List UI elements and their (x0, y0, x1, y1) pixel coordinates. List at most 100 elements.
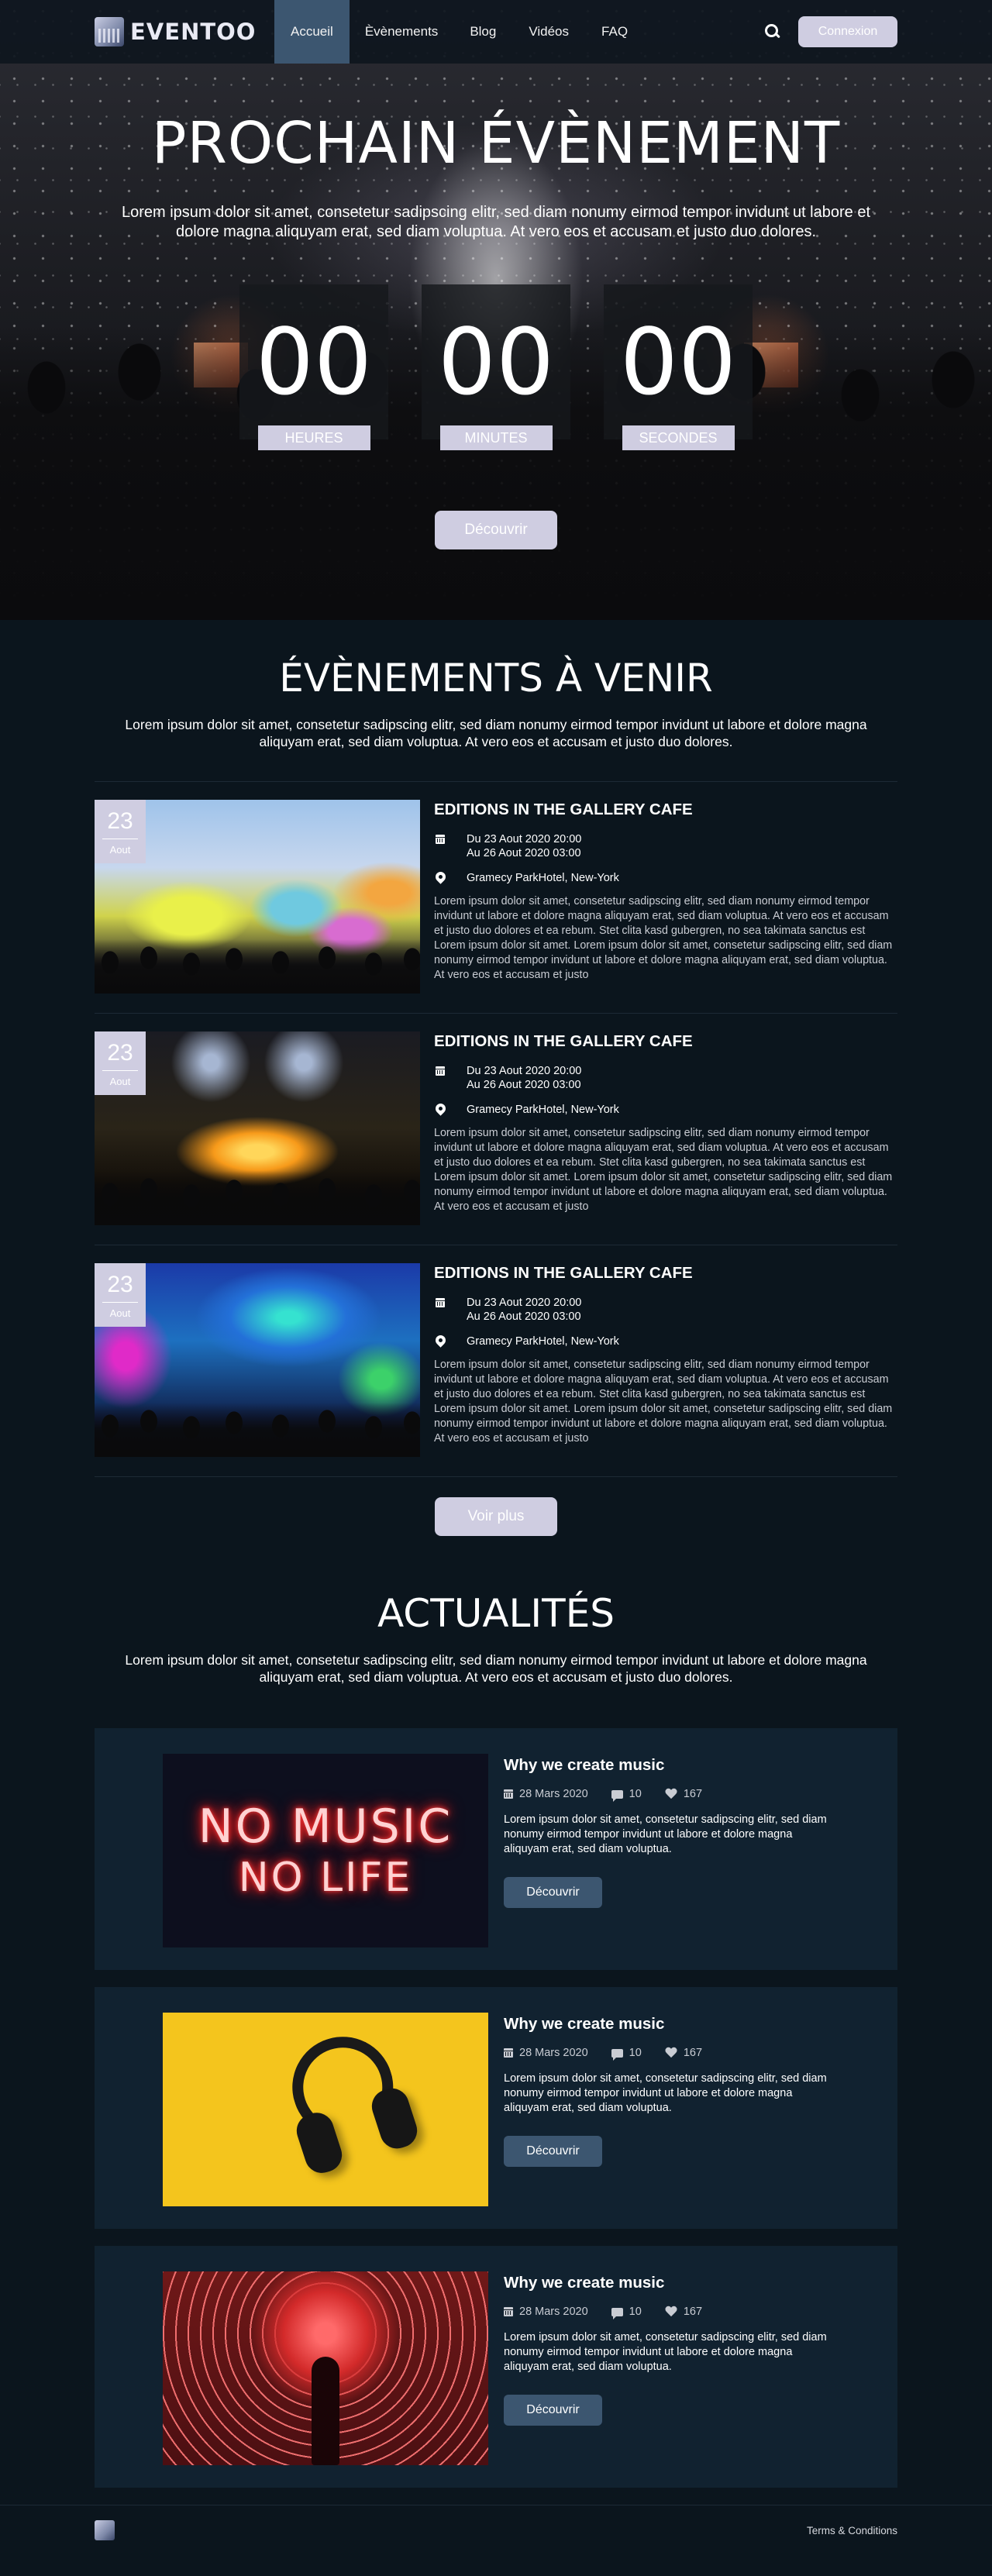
news-excerpt: Lorem ipsum dolor sit amet, consetetur s… (504, 2072, 827, 2114)
heart-icon[interactable] (665, 1789, 677, 1799)
event-list: 23 Aout EDITIONS IN THE GALLERY CAFE Du … (95, 781, 897, 1477)
event-date-day: 23 (107, 1272, 133, 1297)
event-body: EDITIONS IN THE GALLERY CAFE Du 23 Aout … (433, 1031, 897, 1225)
events-section: ÉVÈNEMENTS À VENIR Lorem ipsum dolor sit… (0, 620, 992, 1536)
news-title[interactable]: Why we create music (504, 2273, 829, 2293)
login-button[interactable]: Connexion (798, 16, 897, 47)
nav-link-videos[interactable]: Vidéos (512, 0, 585, 64)
news-comments-count: 10 (629, 2306, 642, 2318)
event-title[interactable]: EDITIONS IN THE GALLERY CAFE (434, 800, 897, 820)
logo-text: EVENTOO (130, 19, 257, 45)
event-date-end: Au 26 Aout 2020 03:00 (467, 1310, 581, 1323)
countdown-minutes: 00 MINUTES (422, 284, 570, 464)
event-image-crowd (95, 1171, 420, 1225)
event-date-month: Aout (109, 1076, 131, 1087)
news-title[interactable]: Why we create music (504, 1755, 829, 1775)
event-date-start: Du 23 Aout 2020 20:00 (467, 1065, 582, 1077)
map-pin-icon (433, 1101, 448, 1116)
news-image-neon-art[interactable] (163, 2271, 488, 2465)
news-excerpt: Lorem ipsum dolor sit amet, consetetur s… (504, 2331, 827, 2373)
neon-sign-line2: NO LIFE (238, 1855, 413, 1901)
news-body: Why we create music 28 Mars 2020 10 167 … (504, 1754, 829, 1970)
event-image[interactable]: 23 Aout (95, 1263, 420, 1457)
news-list: NO MUSIC NO LIFE Why we create music 28 … (95, 1728, 897, 2488)
event-title[interactable]: EDITIONS IN THE GALLERY CAFE (434, 1031, 897, 1052)
search-icon[interactable] (763, 22, 783, 42)
news-card: Why we create music 28 Mars 2020 10 167 … (95, 1987, 897, 2229)
site-logo[interactable]: EVENTOO (95, 17, 273, 46)
footer: Terms & Conditions (0, 2505, 992, 2554)
nav-link-accueil[interactable]: Accueil (274, 0, 350, 64)
news-title[interactable]: Why we create music (504, 2014, 829, 2034)
calendar-icon (504, 2307, 513, 2316)
footer-logo-icon[interactable] (95, 2520, 115, 2540)
event-date-badge: 23 Aout (95, 1031, 146, 1095)
news-meta: 28 Mars 2020 10 167 (504, 1788, 829, 1802)
news-meta: 28 Mars 2020 10 167 (504, 2306, 829, 2319)
countdown-seconds: 00 SECONDES (604, 284, 753, 464)
nav-link-faq[interactable]: FAQ (585, 0, 644, 64)
countdown-minutes-label: MINUTES (439, 425, 553, 450)
nav-link-evenements[interactable]: Èvènements (350, 0, 454, 64)
event-date-badge: 23 Aout (95, 800, 146, 863)
news-date: 28 Mars 2020 (519, 2047, 588, 2059)
event-date-month: Aout (109, 1307, 131, 1319)
event-date-start: Du 23 Aout 2020 20:00 (467, 833, 582, 845)
event-date-day: 23 (107, 808, 133, 834)
event-date-divider (102, 1302, 138, 1303)
events-intro-text: Lorem ipsum dolor sit amet, consetetur s… (125, 717, 867, 749)
event-title[interactable]: EDITIONS IN THE GALLERY CAFE (434, 1263, 897, 1283)
hero-title: PROCHAIN ÉVÈNEMENT (151, 110, 841, 177)
news-discover-button[interactable]: Découvrir (504, 2395, 602, 2426)
terms-link[interactable]: Terms & Conditions (807, 2525, 897, 2536)
heart-icon[interactable] (665, 2306, 677, 2317)
event-card[interactable]: 23 Aout EDITIONS IN THE GALLERY CAFE Du … (95, 1245, 897, 1477)
news-meta: 28 Mars 2020 10 167 (504, 2047, 829, 2061)
news-image-neon-sign[interactable]: NO MUSIC NO LIFE (163, 1754, 488, 1947)
news-intro-text: Lorem ipsum dolor sit amet, consetetur s… (125, 1652, 867, 1685)
neon-sign-line1: NO MUSIC (198, 1799, 453, 1854)
countdown-seconds-value: 00 (604, 284, 753, 439)
news-image-headphones[interactable] (163, 2013, 488, 2206)
countdown: 00 HEURES 00 MINUTES 00 SECONDES (0, 284, 992, 464)
event-image[interactable]: 23 Aout (95, 1031, 420, 1225)
news-section: ACTUALITÉS Lorem ipsum dolor sit amet, c… (0, 1536, 992, 2488)
news-card: Why we create music 28 Mars 2020 10 167 … (95, 2246, 897, 2488)
news-date: 28 Mars 2020 (519, 1788, 588, 1800)
hero-section: PROCHAIN ÉVÈNEMENT Lorem ipsum dolor sit… (0, 0, 992, 620)
event-location-text: Gramecy ParkHotel, New-York (467, 872, 619, 884)
comment-icon (611, 1789, 623, 1802)
hero-discover-button[interactable]: Découvrir (435, 511, 557, 549)
event-location: Gramecy ParkHotel, New-York (433, 870, 897, 885)
calendar-icon (436, 1298, 445, 1307)
event-image[interactable]: 23 Aout (95, 800, 420, 994)
news-discover-button[interactable]: Découvrir (504, 2136, 602, 2167)
news-card: NO MUSIC NO LIFE Why we create music 28 … (95, 1728, 897, 1970)
event-image-crowd (95, 1403, 420, 1457)
news-likes-count: 167 (683, 2306, 703, 2318)
countdown-seconds-label: SECONDES (622, 425, 735, 450)
event-date-badge: 23 Aout (95, 1263, 146, 1327)
see-more-button[interactable]: Voir plus (435, 1497, 557, 1536)
event-date-end: Au 26 Aout 2020 03:00 (467, 847, 581, 859)
news-likes-count: 167 (683, 1788, 703, 1800)
map-pin-icon (433, 870, 448, 884)
news-discover-button[interactable]: Découvrir (504, 1877, 602, 1908)
nav-link-blog[interactable]: Blog (453, 0, 512, 64)
main-nav: Accueil Èvènements Blog Vidéos FAQ (274, 0, 644, 64)
map-pin-icon (433, 1333, 448, 1348)
event-card[interactable]: 23 Aout EDITIONS IN THE GALLERY CAFE Du … (95, 781, 897, 1013)
event-dates: Du 23 Aout 2020 20:00 Au 26 Aout 2020 03… (434, 832, 897, 860)
news-body: Why we create music 28 Mars 2020 10 167 … (504, 2013, 829, 2229)
calendar-icon (436, 1066, 445, 1076)
heart-icon[interactable] (665, 2047, 677, 2058)
calendar-icon (504, 2048, 513, 2058)
calendar-icon (504, 1789, 513, 1799)
news-title: ACTUALITÉS (377, 1591, 615, 1636)
countdown-hours-value: 00 (239, 284, 388, 439)
comment-icon (611, 2307, 623, 2319)
event-dates: Du 23 Aout 2020 20:00 Au 26 Aout 2020 03… (434, 1296, 897, 1324)
headphones-illustration (272, 2021, 425, 2190)
event-card[interactable]: 23 Aout EDITIONS IN THE GALLERY CAFE Du … (95, 1013, 897, 1245)
events-title: ÉVÈNEMENTS À VENIR (279, 656, 713, 701)
